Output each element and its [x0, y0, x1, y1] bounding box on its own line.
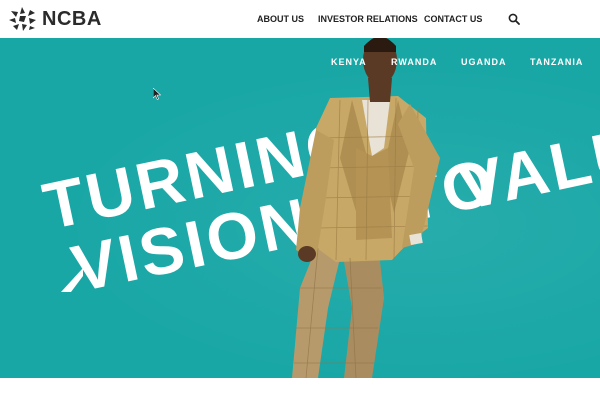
logo-text: NCBA	[42, 7, 102, 30]
hero-banner: TURNING VISION INTO VALU KENYA RWANDA UG…	[0, 38, 600, 378]
mouse-cursor-icon	[153, 88, 161, 100]
hero-person-image	[292, 38, 440, 378]
nav-item-about[interactable]: ABOUT US	[257, 0, 304, 38]
country-link-kenya[interactable]: KENYA	[331, 57, 367, 67]
brand-logo[interactable]: NCBA	[8, 6, 102, 32]
country-link-uganda[interactable]: UGANDA	[461, 57, 507, 67]
country-link-tanzania[interactable]: TANZANIA	[530, 57, 583, 67]
decorative-triangle-icon	[61, 268, 83, 292]
nav-investor-relations-link[interactable]: INVESTOR RELATIONS	[318, 14, 418, 24]
nav-item-investor-relations[interactable]: INVESTOR RELATIONS	[318, 0, 418, 38]
nav-about-link[interactable]: ABOUT US	[257, 14, 304, 24]
nav-contact-link[interactable]: CONTACT US	[424, 14, 482, 24]
page-bottom-strip	[0, 378, 600, 400]
site-header: NCBA ABOUT US INVESTOR RELATIONS CONTACT…	[0, 0, 600, 38]
ncba-starburst-icon	[9, 7, 36, 31]
nav-item-contact[interactable]: CONTACT US	[424, 0, 482, 38]
search-icon[interactable]	[508, 13, 520, 25]
country-link-rwanda[interactable]: RWANDA	[391, 57, 437, 67]
